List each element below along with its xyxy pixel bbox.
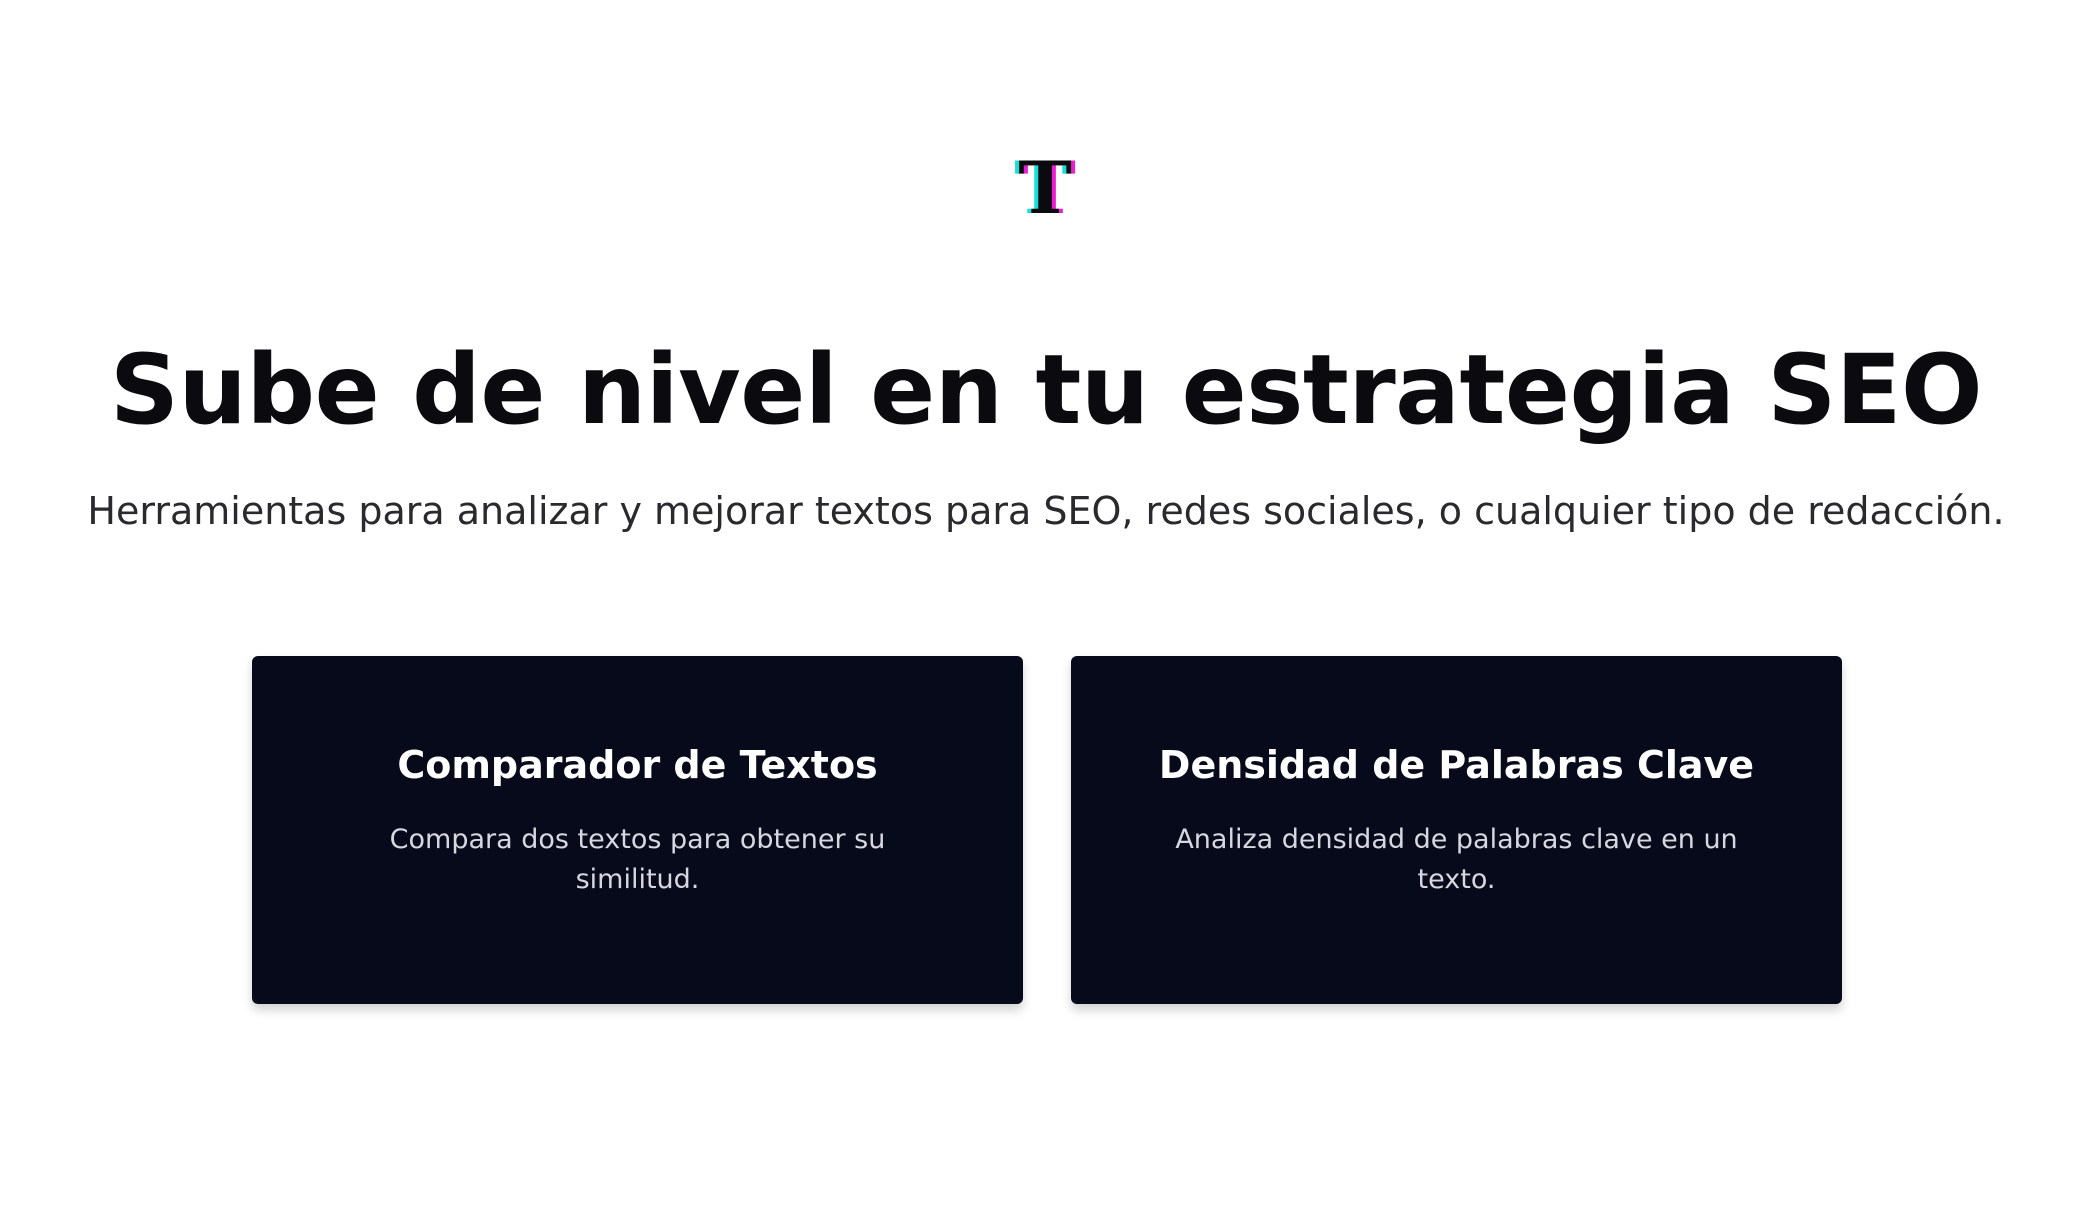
tool-card-keyword-density[interactable]: Densidad de Palabras Clave Analiza densi…: [1071, 656, 1842, 1004]
landing-page: T T T Sube de nivel en tu estrategia SEO…: [0, 0, 2092, 1210]
tool-card-title: Comparador de Textos: [397, 743, 878, 787]
tool-card-description: Compara dos textos para obtener su simil…: [389, 824, 886, 895]
tool-card-description: Analiza densidad de palabras clave en un…: [1175, 824, 1738, 895]
tool-card-title: Densidad de Palabras Clave: [1158, 743, 1755, 787]
tool-card-text-comparator[interactable]: Comparador de Textos Compara dos textos …: [252, 656, 1023, 1004]
page-subtitle: Herramientas para analizar y mejorar tex…: [87, 489, 2005, 533]
tools-grid: Comparador de Textos Compara dos textos …: [252, 656, 1842, 1004]
page-title: Sube de nivel en tu estrategia SEO: [109, 334, 1983, 446]
logo-letter: T: [1018, 145, 1072, 230]
logo-t-icon[interactable]: T T T: [1010, 148, 1080, 228]
